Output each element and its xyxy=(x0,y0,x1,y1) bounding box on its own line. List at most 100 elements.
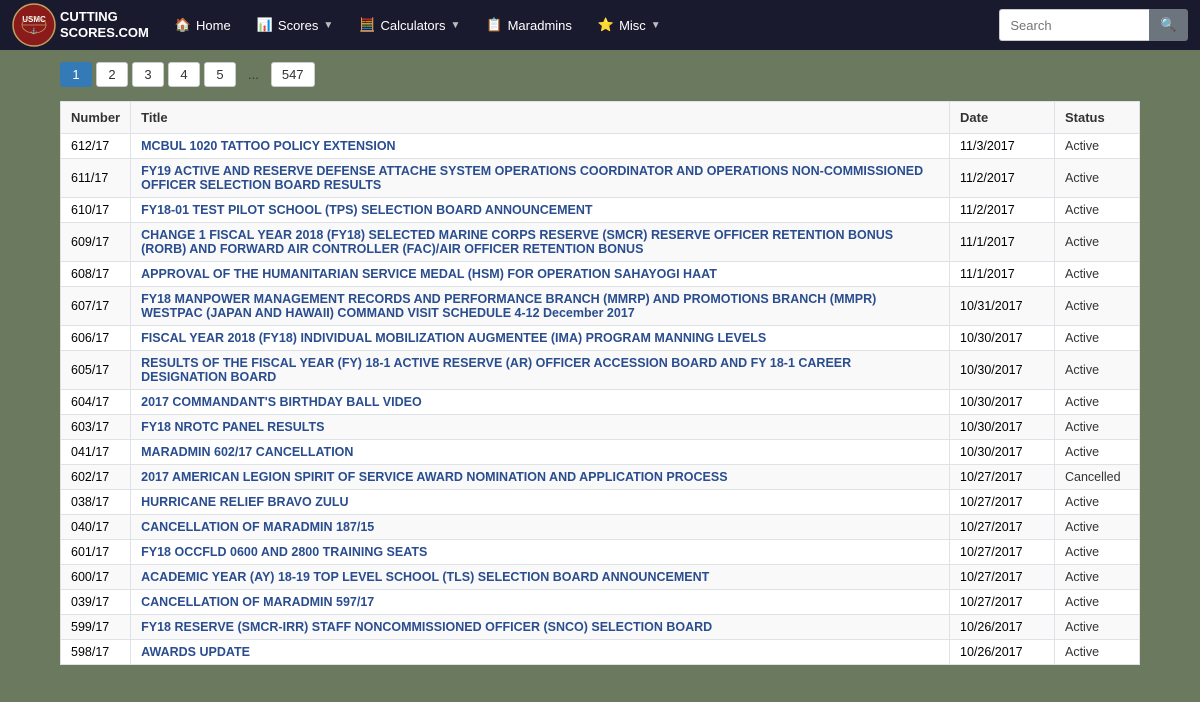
cell-title[interactable]: FY18-01 TEST PILOT SCHOOL (TPS) SELECTIO… xyxy=(131,198,950,223)
table-row[interactable]: 604/172017 COMMANDANT'S BIRTHDAY BALL VI… xyxy=(61,390,1140,415)
cell-date: 10/27/2017 xyxy=(950,565,1055,590)
cell-title[interactable]: FY18 NROTC PANEL RESULTS xyxy=(131,415,950,440)
cell-date: 11/1/2017 xyxy=(950,223,1055,262)
cell-title[interactable]: RESULTS OF THE FISCAL YEAR (FY) 18-1 ACT… xyxy=(131,351,950,390)
cell-date: 11/2/2017 xyxy=(950,198,1055,223)
table-row[interactable]: 039/17CANCELLATION OF MARADMIN 597/1710/… xyxy=(61,590,1140,615)
maradmins-icon: 📋 xyxy=(486,17,502,33)
cell-title[interactable]: FY18 OCCFLD 0600 AND 2800 TRAINING SEATS xyxy=(131,540,950,565)
cell-date: 10/27/2017 xyxy=(950,490,1055,515)
calculators-icon: 🧮 xyxy=(359,17,375,33)
cell-title[interactable]: FY19 ACTIVE AND RESERVE DEFENSE ATTACHE … xyxy=(131,159,950,198)
search-button[interactable]: 🔍 xyxy=(1149,9,1188,41)
cell-number: 603/17 xyxy=(61,415,131,440)
table-row[interactable]: 609/17CHANGE 1 FISCAL YEAR 2018 (FY18) S… xyxy=(61,223,1140,262)
cell-title[interactable]: ACADEMIC YEAR (AY) 18-19 TOP LEVEL SCHOO… xyxy=(131,565,950,590)
cell-date: 10/27/2017 xyxy=(950,540,1055,565)
table-row[interactable]: 602/172017 AMERICAN LEGION SPIRIT OF SER… xyxy=(61,465,1140,490)
brand-name: CUTTING SCORES.COM xyxy=(60,9,149,40)
cell-status: Active xyxy=(1055,326,1140,351)
table-body: 612/17MCBUL 1020 TATTOO POLICY EXTENSION… xyxy=(61,134,1140,665)
cell-number: 609/17 xyxy=(61,223,131,262)
nav-items: 🏠 Home 📊 Scores ▼ 🧮 Calculators ▼ 📋 Mara… xyxy=(163,11,996,39)
cell-title[interactable]: CANCELLATION OF MARADMIN 187/15 xyxy=(131,515,950,540)
cell-title[interactable]: FISCAL YEAR 2018 (FY18) INDIVIDUAL MOBIL… xyxy=(131,326,950,351)
table-row[interactable]: 598/17AWARDS UPDATE10/26/2017Active xyxy=(61,640,1140,665)
data-table: Number Title Date Status 612/17MCBUL 102… xyxy=(60,101,1140,665)
table-row[interactable]: 611/17FY19 ACTIVE AND RESERVE DEFENSE AT… xyxy=(61,159,1140,198)
page-5-button[interactable]: 5 xyxy=(204,62,236,87)
header-title: Title xyxy=(131,102,950,134)
cell-status: Cancelled xyxy=(1055,465,1140,490)
scores-button[interactable]: 📊 Scores ▼ xyxy=(245,11,346,39)
cell-status: Active xyxy=(1055,198,1140,223)
brand-logo: USMC ⚓ xyxy=(12,3,56,47)
table-row[interactable]: 612/17MCBUL 1020 TATTOO POLICY EXTENSION… xyxy=(61,134,1140,159)
cell-title[interactable]: APPROVAL OF THE HUMANITARIAN SERVICE MED… xyxy=(131,262,950,287)
cell-number: 611/17 xyxy=(61,159,131,198)
cell-date: 10/27/2017 xyxy=(950,465,1055,490)
cell-number: 608/17 xyxy=(61,262,131,287)
table-row[interactable]: 608/17APPROVAL OF THE HUMANITARIAN SERVI… xyxy=(61,262,1140,287)
cell-status: Active xyxy=(1055,159,1140,198)
calculators-button[interactable]: 🧮 Calculators ▼ xyxy=(347,11,472,39)
maradmins-label: Maradmins xyxy=(508,18,572,33)
table-row[interactable]: 610/17FY18-01 TEST PILOT SCHOOL (TPS) SE… xyxy=(61,198,1140,223)
cell-date: 10/27/2017 xyxy=(950,590,1055,615)
home-button[interactable]: 🏠 Home xyxy=(163,11,243,39)
misc-caret: ▼ xyxy=(651,20,661,31)
table-row[interactable]: 603/17FY18 NROTC PANEL RESULTS10/30/2017… xyxy=(61,415,1140,440)
page-3-button[interactable]: 3 xyxy=(132,62,164,87)
cell-date: 10/31/2017 xyxy=(950,287,1055,326)
cell-status: Active xyxy=(1055,515,1140,540)
page-last-button[interactable]: 547 xyxy=(271,62,315,87)
cell-number: 039/17 xyxy=(61,590,131,615)
brand: USMC ⚓ CUTTING SCORES.COM xyxy=(12,3,149,47)
table-row[interactable]: 038/17HURRICANE RELIEF BRAVO ZULU10/27/2… xyxy=(61,490,1140,515)
cell-title[interactable]: HURRICANE RELIEF BRAVO ZULU xyxy=(131,490,950,515)
cell-number: 040/17 xyxy=(61,515,131,540)
search-input[interactable] xyxy=(999,9,1149,41)
table-row[interactable]: 599/17FY18 RESERVE (SMCR-IRR) STAFF NONC… xyxy=(61,615,1140,640)
cell-title[interactable]: MCBUL 1020 TATTOO POLICY EXTENSION xyxy=(131,134,950,159)
cell-date: 10/30/2017 xyxy=(950,390,1055,415)
main-content: 1 2 3 4 5 ... 547 Number Title Date Stat… xyxy=(0,50,1200,677)
cell-title[interactable]: MARADMIN 602/17 CANCELLATION xyxy=(131,440,950,465)
navbar: USMC ⚓ CUTTING SCORES.COM 🏠 Home 📊 Score… xyxy=(0,0,1200,50)
scores-icon: 📊 xyxy=(257,17,273,33)
maradmins-button[interactable]: 📋 Maradmins xyxy=(474,11,583,39)
cell-title[interactable]: 2017 COMMANDANT'S BIRTHDAY BALL VIDEO xyxy=(131,390,950,415)
table-row[interactable]: 601/17FY18 OCCFLD 0600 AND 2800 TRAINING… xyxy=(61,540,1140,565)
table-row[interactable]: 607/17FY18 MANPOWER MANAGEMENT RECORDS A… xyxy=(61,287,1140,326)
cell-title[interactable]: FY18 RESERVE (SMCR-IRR) STAFF NONCOMMISS… xyxy=(131,615,950,640)
page-2-button[interactable]: 2 xyxy=(96,62,128,87)
cell-title[interactable]: CANCELLATION OF MARADMIN 597/17 xyxy=(131,590,950,615)
cell-number: 612/17 xyxy=(61,134,131,159)
cell-number: 607/17 xyxy=(61,287,131,326)
cell-number: 600/17 xyxy=(61,565,131,590)
cell-date: 11/2/2017 xyxy=(950,159,1055,198)
misc-label: Misc xyxy=(619,18,646,33)
cell-title[interactable]: FY18 MANPOWER MANAGEMENT RECORDS AND PER… xyxy=(131,287,950,326)
table-row[interactable]: 605/17RESULTS OF THE FISCAL YEAR (FY) 18… xyxy=(61,351,1140,390)
table-row[interactable]: 606/17FISCAL YEAR 2018 (FY18) INDIVIDUAL… xyxy=(61,326,1140,351)
misc-button[interactable]: ⭐ Misc ▼ xyxy=(586,11,673,39)
scores-caret: ▼ xyxy=(323,20,333,31)
cell-status: Active xyxy=(1055,390,1140,415)
table-row[interactable]: 600/17ACADEMIC YEAR (AY) 18-19 TOP LEVEL… xyxy=(61,565,1140,590)
table-row[interactable]: 040/17CANCELLATION OF MARADMIN 187/1510/… xyxy=(61,515,1140,540)
table-row[interactable]: 041/17MARADMIN 602/17 CANCELLATION10/30/… xyxy=(61,440,1140,465)
calculators-label: Calculators xyxy=(380,18,445,33)
cell-title[interactable]: AWARDS UPDATE xyxy=(131,640,950,665)
cell-number: 606/17 xyxy=(61,326,131,351)
search-area: 🔍 xyxy=(999,9,1188,41)
header-status: Status xyxy=(1055,102,1140,134)
cell-number: 598/17 xyxy=(61,640,131,665)
cell-status: Active xyxy=(1055,640,1140,665)
page-4-button[interactable]: 4 xyxy=(168,62,200,87)
cell-status: Active xyxy=(1055,287,1140,326)
misc-icon: ⭐ xyxy=(598,17,614,33)
cell-title[interactable]: 2017 AMERICAN LEGION SPIRIT OF SERVICE A… xyxy=(131,465,950,490)
page-1-button[interactable]: 1 xyxy=(60,62,92,87)
cell-title[interactable]: CHANGE 1 FISCAL YEAR 2018 (FY18) SELECTE… xyxy=(131,223,950,262)
